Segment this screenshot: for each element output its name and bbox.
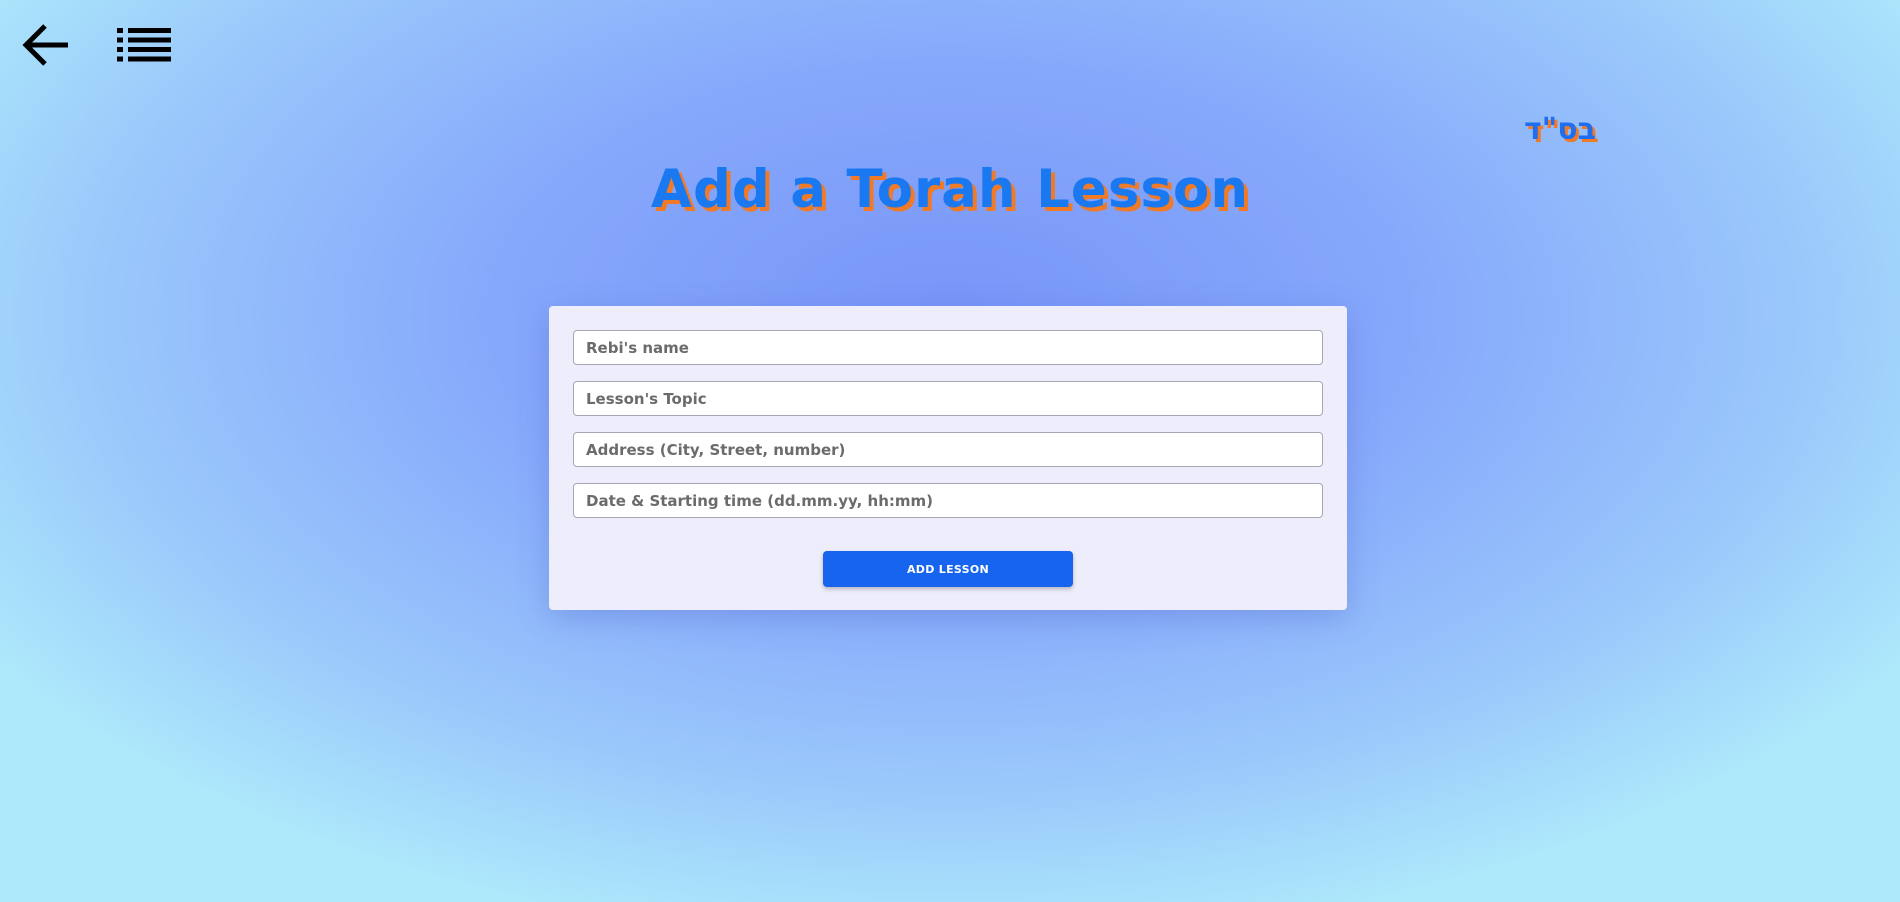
rebi-name-input[interactable] xyxy=(573,330,1323,365)
date-time-input[interactable] xyxy=(573,483,1323,518)
bsd-label: בס"ד xyxy=(1524,112,1596,147)
back-arrow-icon[interactable] xyxy=(22,22,70,68)
menu-list-icon[interactable] xyxy=(117,28,171,62)
add-lesson-button[interactable]: ADD LESSON xyxy=(823,551,1073,587)
lesson-topic-input[interactable] xyxy=(573,381,1323,416)
add-lesson-form: ADD LESSON xyxy=(549,306,1347,610)
address-input[interactable] xyxy=(573,432,1323,467)
page-title: Add a Torah Lesson xyxy=(650,159,1250,220)
